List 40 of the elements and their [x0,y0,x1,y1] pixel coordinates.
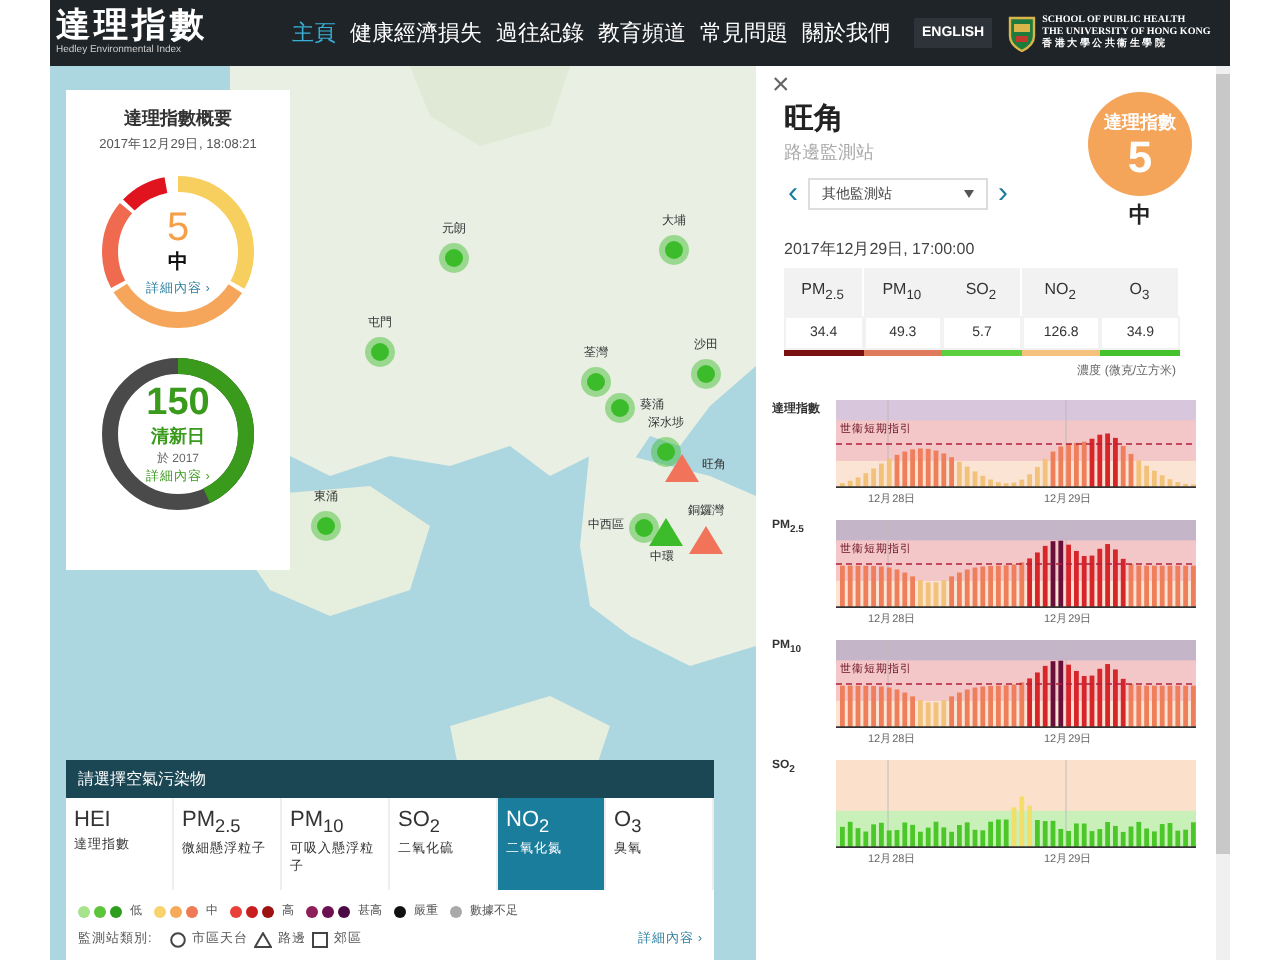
station-triangle-icon[interactable] [648,516,684,548]
index-value: 5 [166,207,190,247]
circle-icon [169,931,186,947]
previous-button[interactable]: ‹ [784,180,802,208]
nav-link[interactable]: 關於我們 [802,18,890,48]
scrollbar[interactable] [1216,66,1230,960]
index-level-label: 中 [1129,201,1151,230]
logo-title[interactable]: 達理指數 [56,8,272,44]
station-triangle-icon[interactable] [664,452,700,484]
station-marker-icon[interactable] [364,336,396,368]
station-triangle-icon[interactable] [688,524,724,556]
next-button[interactable]: › [994,180,1012,208]
station-type: 路邊監測站 [784,140,876,166]
square-icon [311,931,328,947]
station-marker-icon[interactable] [690,358,722,390]
station-marker-icon[interactable] [580,366,612,398]
station-marker-icon[interactable] [650,436,682,468]
clean-days-label: 清新日 [151,423,205,449]
crest-icon [1008,15,1037,51]
badge-label: 達理指數 [1104,109,1176,135]
summary-title: 達理指數概要 [124,106,232,132]
index-level-label: 中 [168,249,188,275]
nav-link[interactable]: 過往紀錄 [496,18,584,48]
station-marker-icon[interactable] [604,392,636,424]
badge-value: 5 [1127,135,1153,179]
station-name: 旺角 [784,100,846,138]
nav-link[interactable]: 主頁 [292,18,336,48]
triangle-icon [253,931,272,947]
clean-days-value: 150 [146,383,210,423]
panel-title: 請選擇空氣污染物 [78,770,206,788]
station-marker-icon[interactable] [628,512,660,544]
reading-time: 2017年12月29日, 17:00:00 [782,238,977,260]
nav-link[interactable]: 教育頻道 [598,18,686,48]
station-marker-icon[interactable] [658,234,690,266]
nav-link[interactable]: 健康經濟損失 [350,18,482,48]
nav-link[interactable]: 常見問題 [700,18,788,48]
close-button[interactable]: × [772,72,790,100]
station-marker-icon[interactable] [438,242,470,274]
caret-icon [964,190,974,198]
station-marker-icon[interactable] [310,510,342,542]
